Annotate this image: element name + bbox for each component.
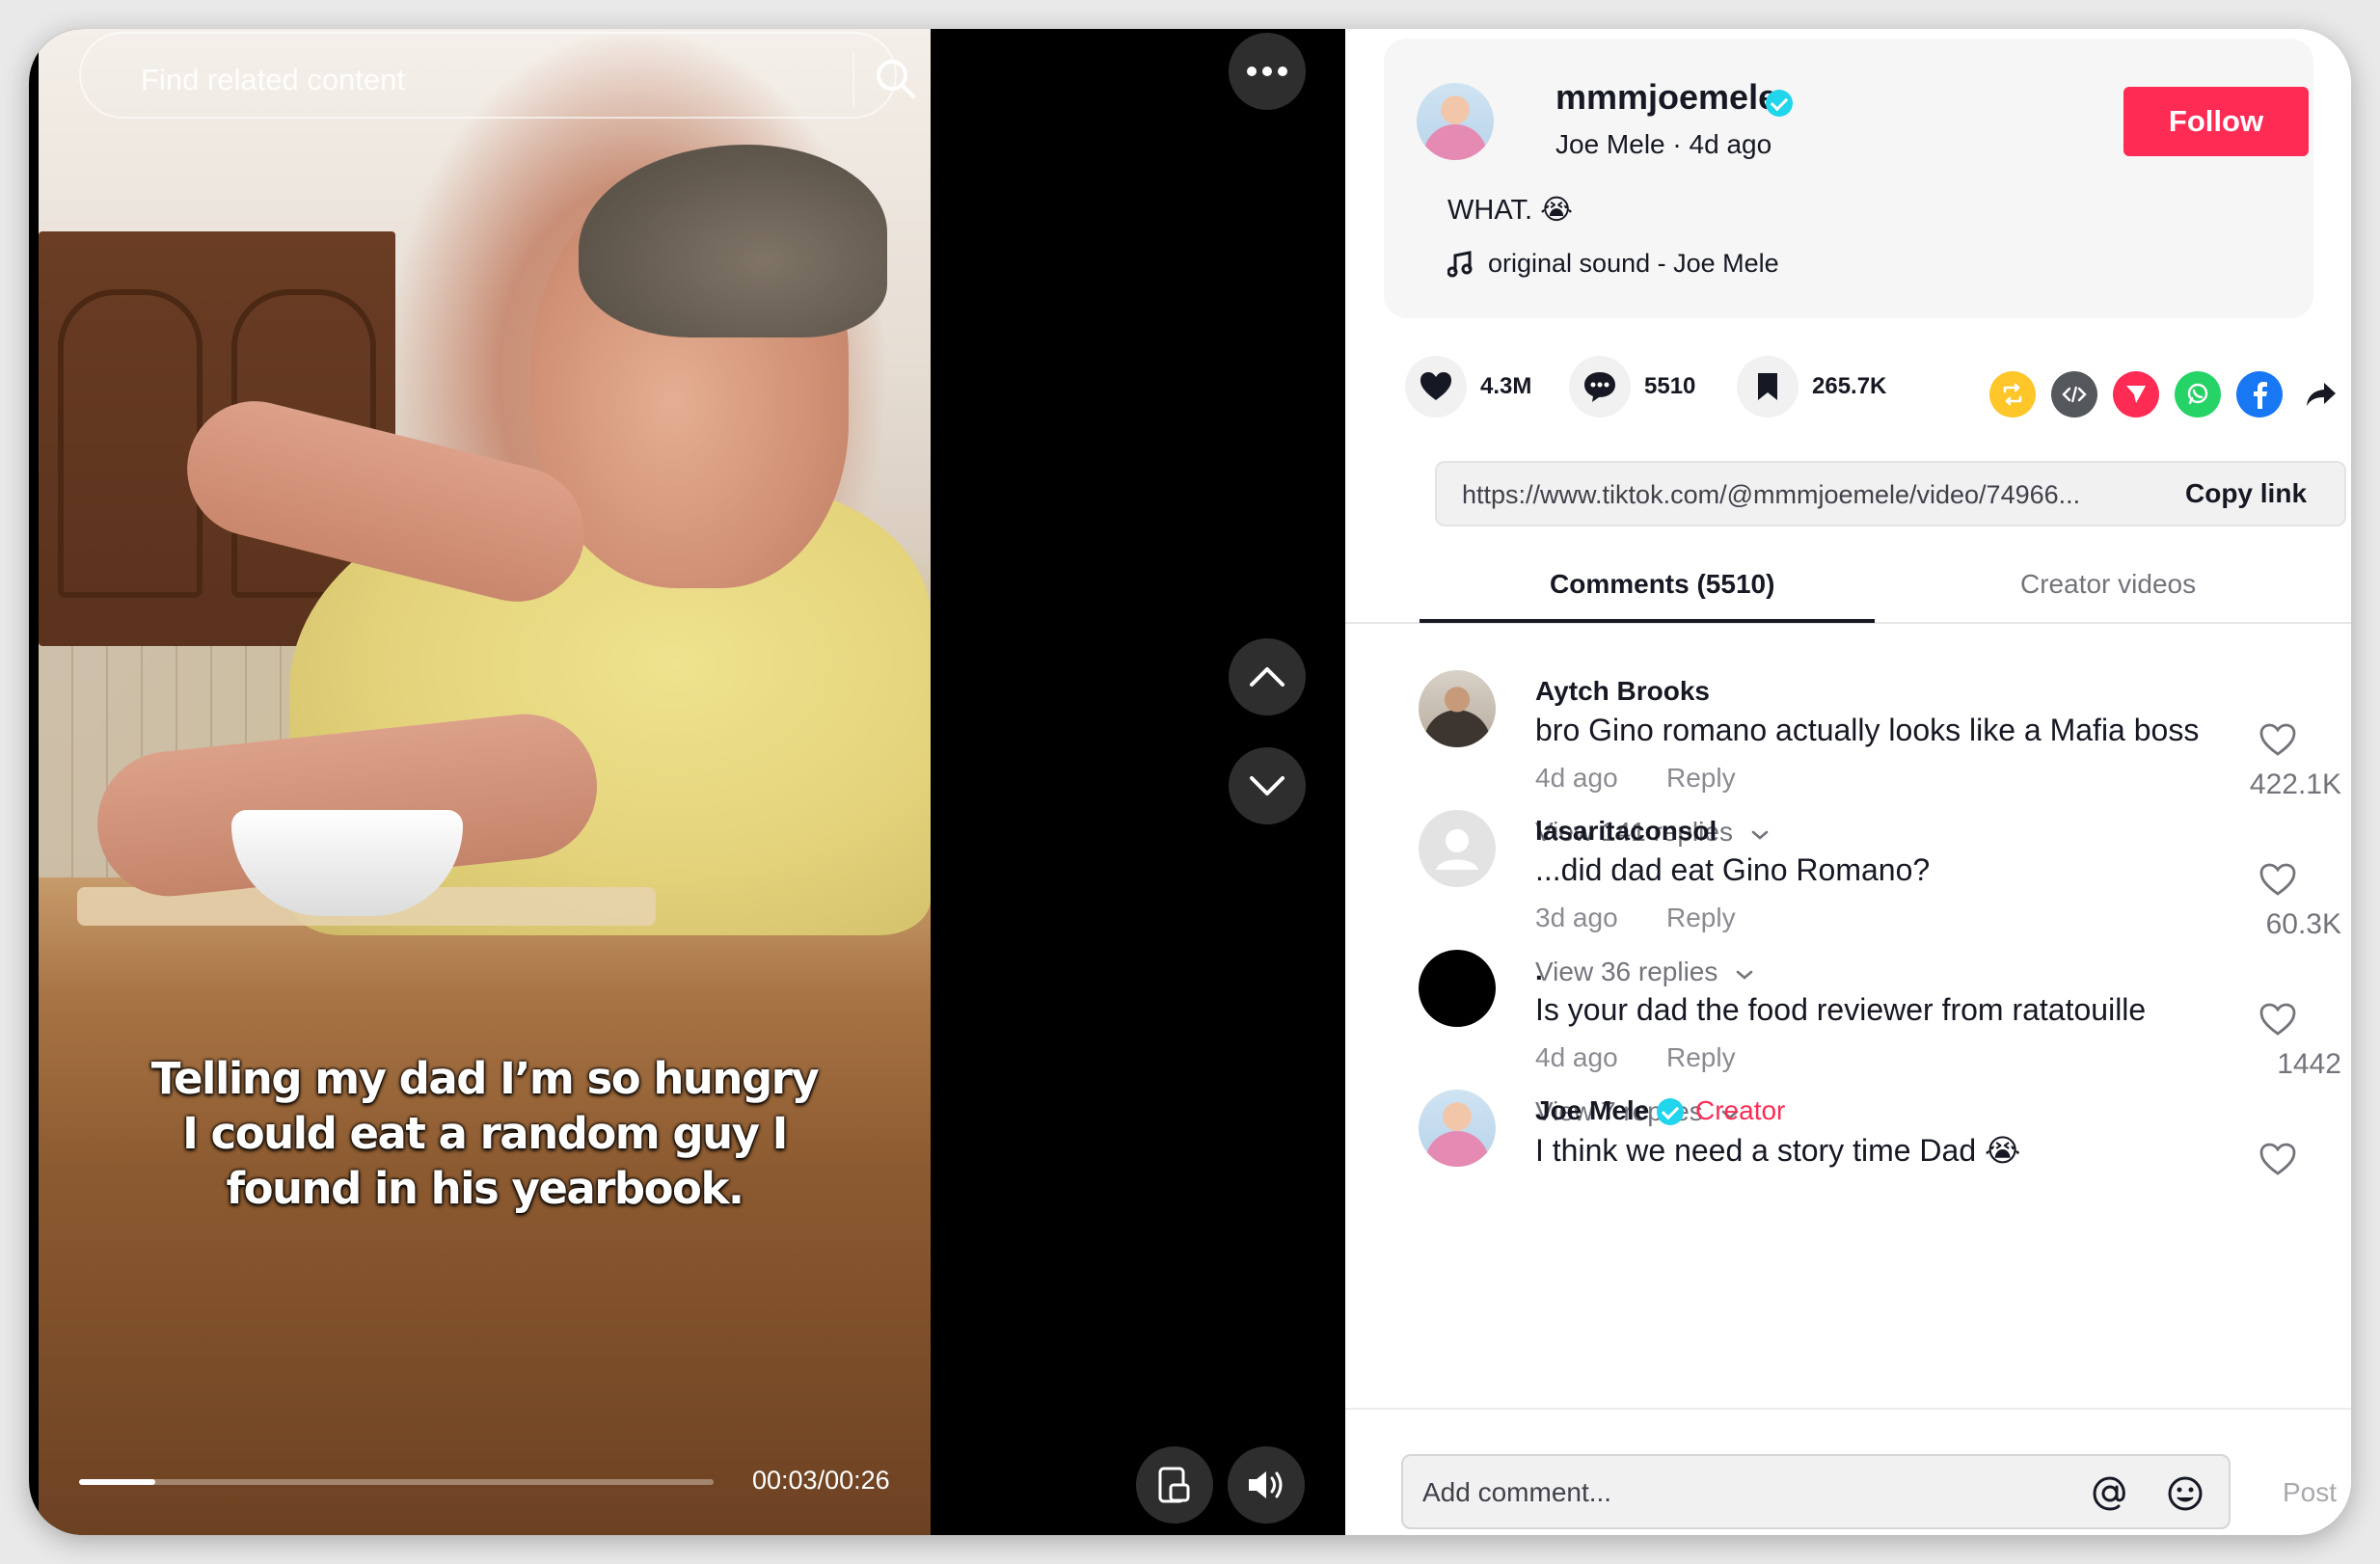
comment-list[interactable]: Aytch Brooks bro Gino romano actually lo…	[1345, 626, 2351, 1436]
video-link-url[interactable]: https://www.tiktok.com/@mmmjoemele/video…	[1462, 480, 2147, 510]
floating-player-button[interactable]	[1136, 1446, 1213, 1524]
next-video-button[interactable]	[1229, 747, 1306, 824]
verified-badge-icon	[1766, 90, 1793, 117]
whatsapp-icon[interactable]	[2175, 371, 2221, 418]
mention-icon[interactable]	[2090, 1473, 2130, 1514]
comment-input-placeholder: Add comment...	[1422, 1477, 1612, 1507]
default-avatar-icon	[1436, 829, 1478, 870]
repost-icon[interactable]	[1989, 371, 2036, 418]
follow-button[interactable]: Follow	[2123, 87, 2309, 156]
embed-icon[interactable]	[2051, 371, 2097, 418]
save-count: 265.7K	[1812, 373, 1887, 399]
video-progress-fill	[79, 1479, 155, 1485]
heart-icon[interactable]	[1405, 356, 1467, 418]
commenter-name[interactable]: Aytch Brooks	[1535, 676, 1710, 707]
commenter-name[interactable]: lasaritaconsol	[1535, 816, 1717, 847]
music-link[interactable]: original sound - Joe Mele	[1447, 249, 1779, 279]
comment-item: Joe Mele Creator I think we need a story…	[1345, 1045, 2351, 1265]
more-options-button[interactable]	[1229, 33, 1306, 110]
video-link-box[interactable]: https://www.tiktok.com/@mmmjoemele/video…	[1435, 461, 2346, 526]
music-note-icon	[1447, 250, 1473, 277]
search-input[interactable]: Find related content	[141, 63, 405, 97]
creator-tag: Creator	[1695, 1095, 1786, 1125]
comment-like-icon[interactable]	[2258, 1002, 2297, 1040]
author-avatar[interactable]	[1417, 83, 1494, 160]
app-window: Telling my dad I’m so hungry I could eat…	[29, 29, 2351, 1535]
author-card: mmmjoemele Joe Mele · 4d ago Follow WHAT…	[1384, 39, 2313, 318]
comment-bubble-icon[interactable]	[1569, 356, 1631, 418]
send-icon[interactable]	[2113, 371, 2159, 418]
facebook-icon[interactable]	[2236, 371, 2283, 418]
comment-like-icon[interactable]	[2258, 862, 2297, 901]
separator: ·	[1664, 129, 1690, 159]
person-hair	[579, 145, 887, 337]
comment-text: I think we need a story time Dad 😭	[1535, 1133, 2021, 1168]
author-username[interactable]: mmmjoemele	[1555, 77, 1777, 118]
search-bar[interactable]: Find related content	[79, 32, 915, 119]
like-stat[interactable]: 4.3M	[1405, 353, 1531, 420]
save-stat[interactable]: 265.7K	[1737, 353, 1886, 420]
comment-composer: Add comment... Post	[1345, 1408, 2351, 1535]
commenter-name[interactable]: Joe Mele	[1535, 1095, 1649, 1126]
commenter-avatar[interactable]	[1419, 1090, 1496, 1167]
caption-line: Telling my dad I’m so hungry	[150, 1053, 820, 1104]
search-icon[interactable]	[872, 55, 920, 103]
caption-line: found in his yearbook.	[226, 1163, 744, 1214]
chevron-up-icon	[1250, 667, 1285, 687]
post-button[interactable]: Post	[2283, 1477, 2337, 1508]
comment-text: bro Gino romano actually looks like a Ma…	[1535, 713, 2200, 747]
post-time: 4d ago	[1689, 129, 1772, 159]
comment-stat[interactable]: 5510	[1569, 353, 1695, 420]
author-subline: Joe Mele · 4d ago	[1555, 129, 1771, 160]
previous-video-button[interactable]	[1229, 638, 1306, 715]
author-display-name: Joe Mele	[1555, 129, 1665, 159]
video-area[interactable]: Telling my dad I’m so hungry I could eat…	[29, 29, 1345, 1535]
caption-line: I could eat a random guy I	[182, 1108, 788, 1159]
bookmark-icon[interactable]	[1737, 356, 1799, 418]
floating-player-icon	[1158, 1467, 1190, 1503]
comment-like-icon[interactable]	[2258, 722, 2297, 761]
chevron-down-icon	[1250, 776, 1285, 795]
volume-icon	[1249, 1471, 1283, 1498]
video-description: WHAT. 😭	[1447, 195, 1574, 226]
commenter-avatar[interactable]	[1419, 670, 1496, 747]
tab-creator-videos[interactable]: Creator videos	[2020, 569, 2196, 600]
commenter-name[interactable]: .	[1535, 956, 1543, 986]
comment-input[interactable]: Add comment...	[1401, 1454, 2231, 1529]
comment-count: 5510	[1644, 373, 1696, 399]
video-caption: Telling my dad I’m so hungry I could eat…	[39, 1051, 931, 1216]
active-tab-indicator	[1420, 619, 1875, 623]
panel-tabs: Comments (5510) Creator videos	[1345, 542, 2351, 624]
commenter-avatar[interactable]	[1419, 810, 1496, 887]
video-progress-bar[interactable]	[79, 1479, 714, 1485]
verified-badge-icon	[1657, 1098, 1684, 1125]
comment-text: Is your dad the food reviewer from ratat…	[1535, 992, 2147, 1027]
music-title: original sound - Joe Mele	[1488, 249, 1779, 278]
emoji-icon[interactable]	[2165, 1473, 2205, 1514]
video-player[interactable]: Telling my dad I’m so hungry I could eat…	[39, 29, 931, 1535]
share-arrow-icon[interactable]	[2298, 371, 2344, 418]
ellipsis-icon	[1247, 67, 1287, 76]
video-timecode: 00:03/00:26	[752, 1466, 890, 1495]
volume-button[interactable]	[1228, 1446, 1305, 1524]
tab-comments[interactable]: Comments (5510)	[1550, 569, 1774, 600]
commenter-avatar[interactable]	[1419, 950, 1496, 1027]
comment-text: ...did dad eat Gino Romano?	[1535, 852, 1931, 887]
comment-like-icon[interactable]	[2258, 1142, 2297, 1180]
search-divider	[852, 53, 854, 107]
copy-link-button[interactable]: Copy link	[2185, 478, 2307, 509]
like-count: 4.3M	[1480, 373, 1532, 399]
